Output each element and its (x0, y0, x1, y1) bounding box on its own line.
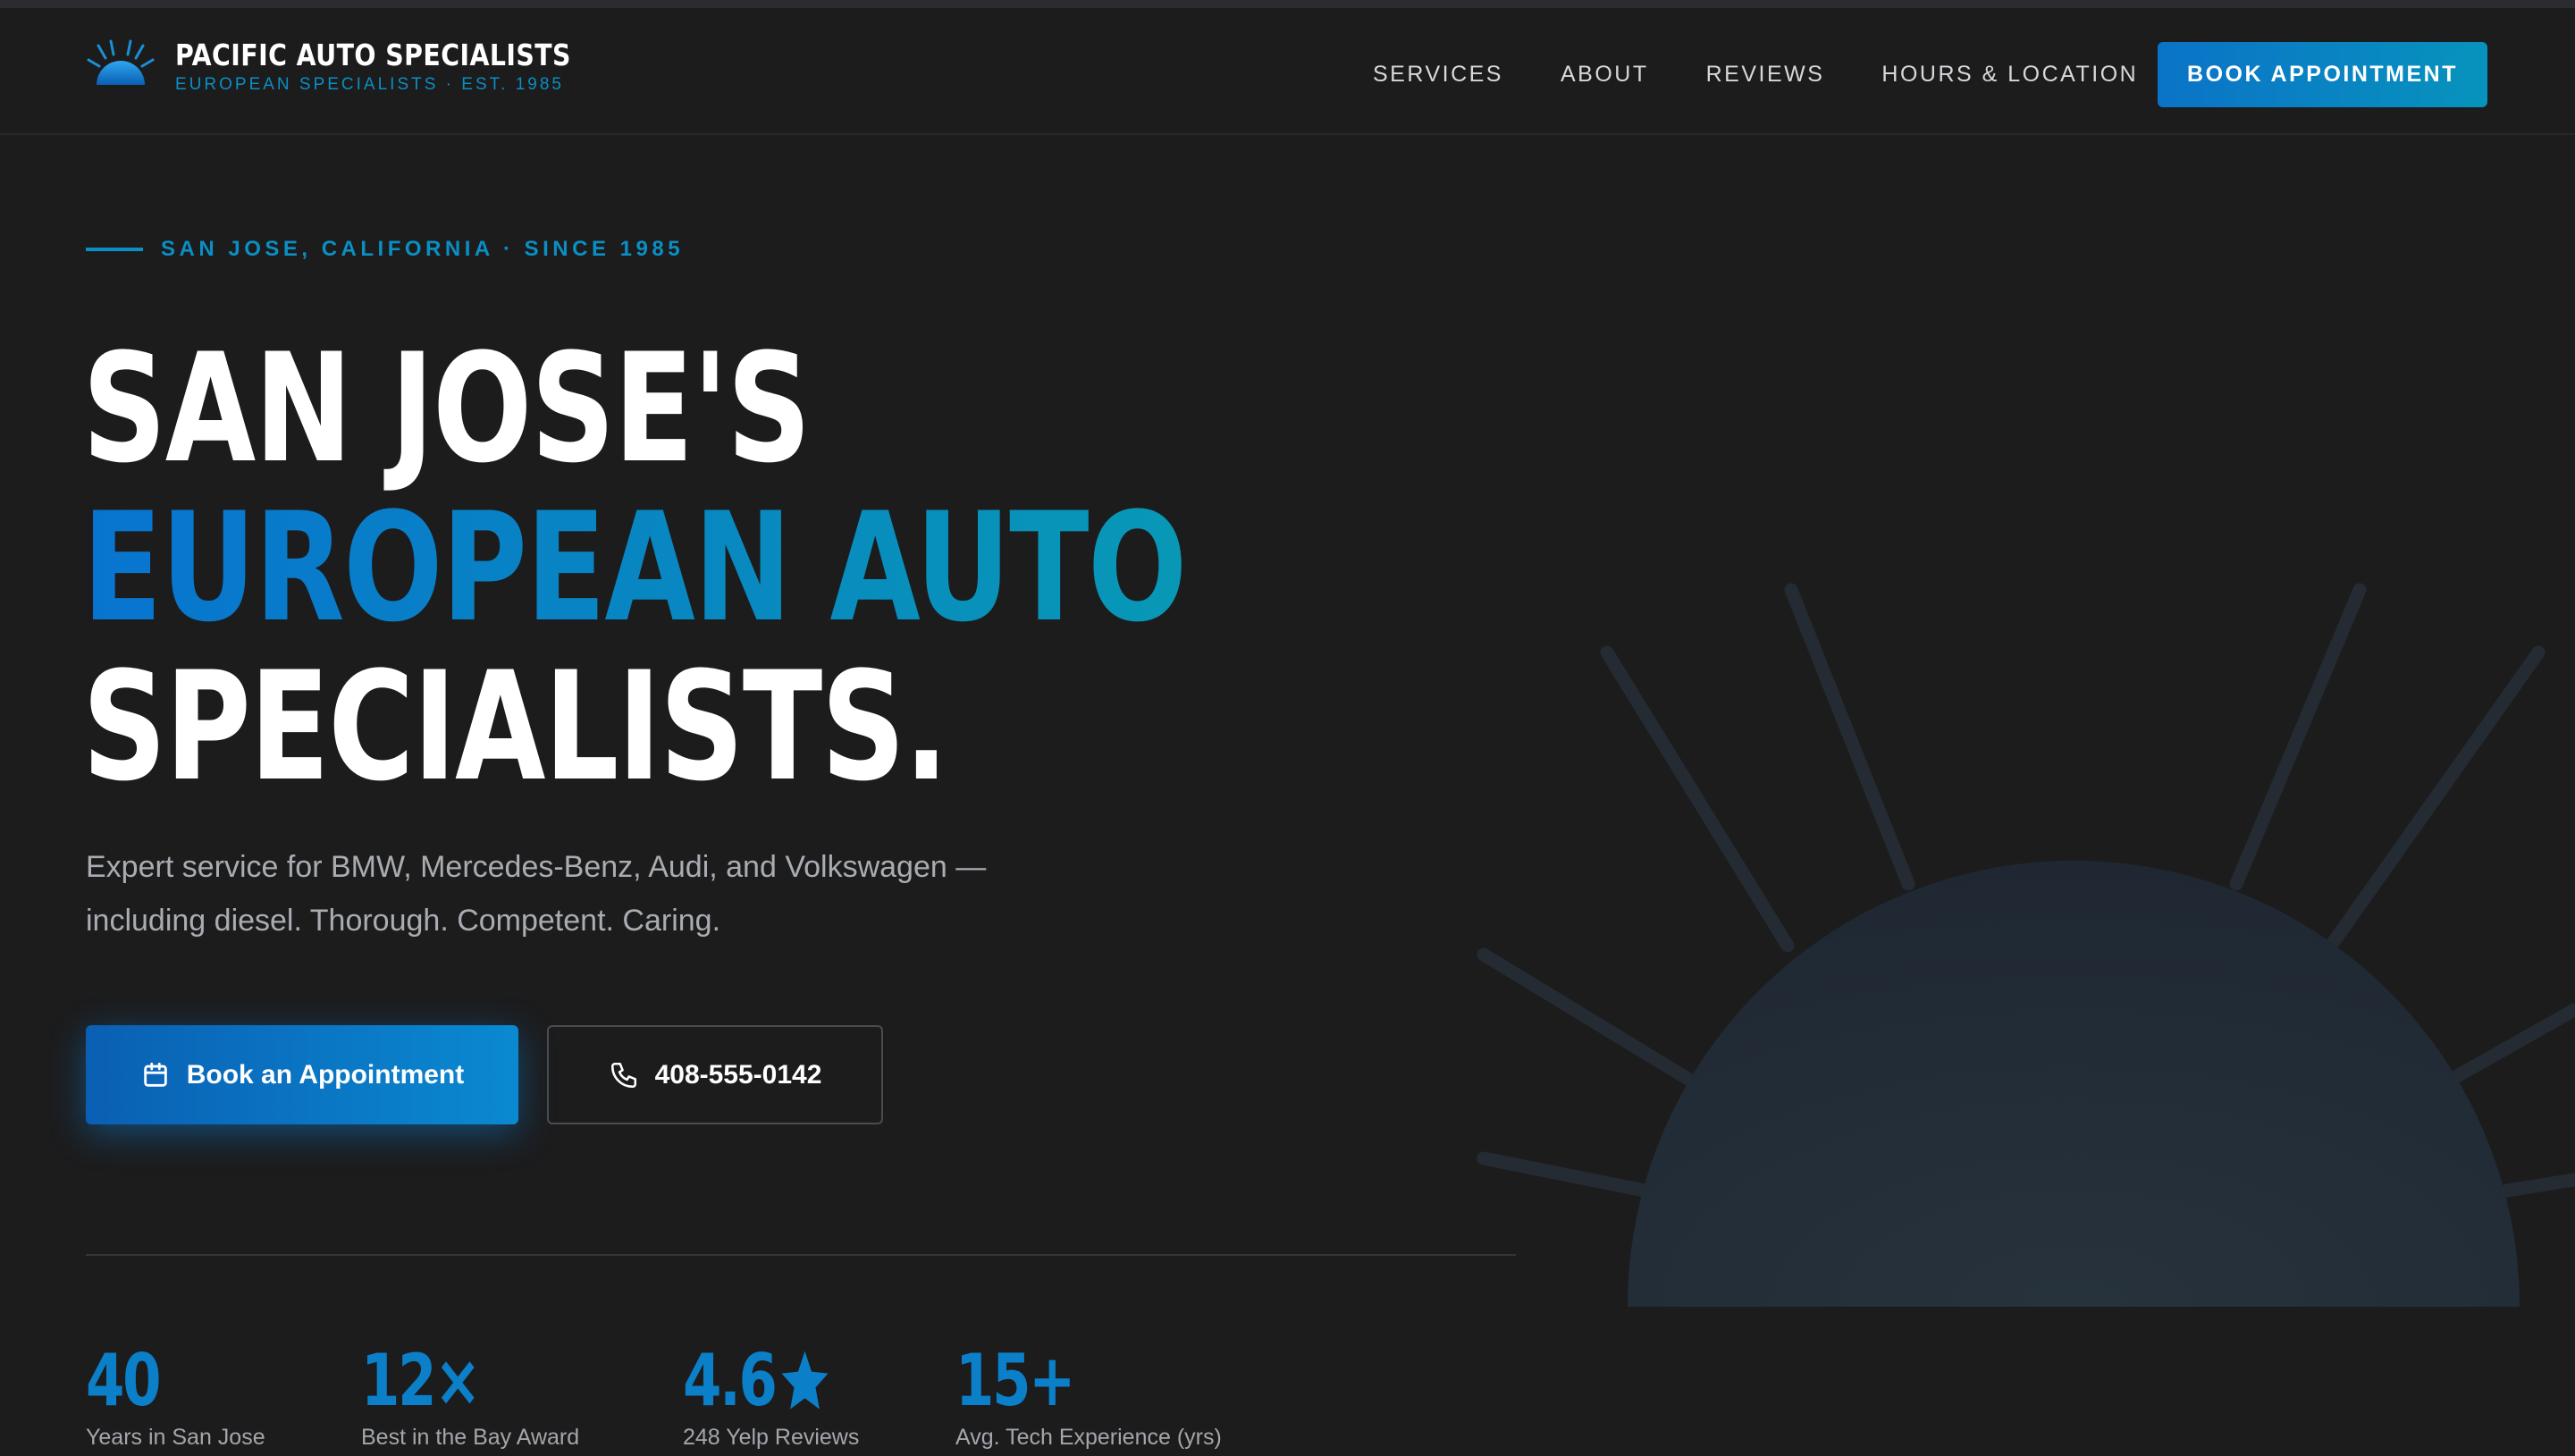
headline-line-3: SPECIALISTS. (82, 639, 948, 814)
star-icon (781, 1351, 829, 1410)
stat-years: 40 Years in San Jose (86, 1341, 265, 1451)
stat-value: 12× (361, 1339, 481, 1422)
hero-eyebrow: SAN JOSE, CALIFORNIA · SINCE 1985 (86, 237, 684, 262)
brand-logo[interactable]: PACIFIC AUTO SPECIALISTS EUROPEAN SPECIA… (86, 38, 635, 96)
nav-link-services[interactable]: SERVICES (1373, 62, 1503, 88)
book-appointment-nav-button[interactable]: BOOK APPOINTMENT (2158, 42, 2487, 107)
section-divider (86, 1254, 1516, 1256)
call-phone-button[interactable]: 408-555-0142 (547, 1025, 883, 1124)
stat-label: 248 Yelp Reviews (683, 1425, 860, 1450)
eyebrow-text: SAN JOSE, CALIFORNIA · SINCE 1985 (161, 237, 685, 261)
sunrise-logo-icon (87, 39, 155, 85)
stat-value-wrap: 4.6 (683, 1341, 832, 1421)
stat-value: 40 (86, 1339, 161, 1422)
book-appointment-button[interactable]: Book an Appointment (86, 1025, 518, 1124)
site-header: PACIFIC AUTO SPECIALISTS EUROPEAN SPECIA… (0, 8, 2575, 135)
calendar-icon (143, 1062, 167, 1087)
main-nav: SERVICES ABOUT REVIEWS HOURS & LOCATION … (1373, 42, 2487, 107)
book-appointment-label: Book an Appointment (186, 1059, 465, 1090)
stat-value: 15+ (955, 1339, 1075, 1422)
nav-link-reviews[interactable]: REVIEWS (1706, 62, 1825, 88)
stat-awards: 12× Best in the Bay Award (361, 1341, 579, 1451)
phone-number: 408-555-0142 (654, 1059, 822, 1090)
stat-label: Avg. Tech Experience (yrs) (955, 1425, 1222, 1450)
brand-name: PACIFIC AUTO SPECIALISTS (175, 38, 571, 72)
stat-value: 4.6 (683, 1339, 778, 1422)
stat-rating: 4.6 248 Yelp Reviews (683, 1341, 875, 1451)
top-strip (0, 0, 2575, 8)
hero-lead: Expert service for BMW, Mercedes-Benz, A… (86, 850, 987, 938)
brand-tagline: EUROPEAN SPECIALISTS · EST. 1985 (175, 75, 564, 94)
phone-icon (610, 1062, 636, 1088)
hero-headline: SAN JOSE'S EUROPEAN AUTO SPECIALISTS. (82, 329, 1187, 806)
nav-link-hours-location[interactable]: HOURS & LOCATION (1881, 62, 2138, 88)
headline-line-1: SAN JOSE'S (82, 321, 812, 496)
eyebrow-rule (86, 248, 143, 251)
headline-line-2: EUROPEAN AUTO (82, 480, 1187, 655)
sunrise-graphic (1477, 583, 2575, 1307)
stat-experience: 15+ Avg. Tech Experience (yrs) (955, 1341, 1222, 1451)
stat-label: Best in the Bay Award (361, 1425, 580, 1450)
stat-label: Years in San Jose (86, 1425, 265, 1450)
nav-link-about[interactable]: ABOUT (1561, 62, 1649, 88)
